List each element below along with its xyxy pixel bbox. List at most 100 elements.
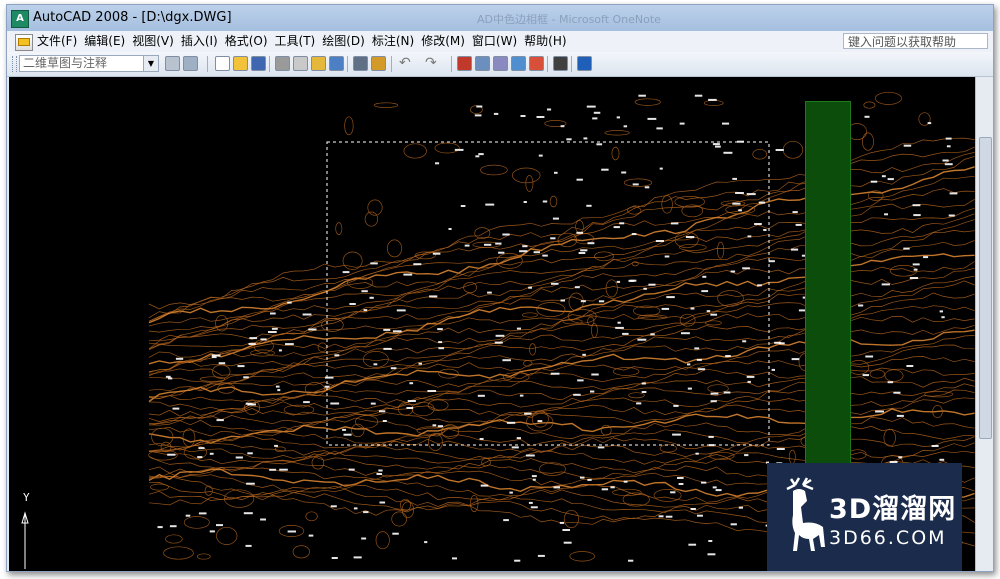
survey-point <box>697 368 706 371</box>
open-file-button[interactable] <box>233 56 248 71</box>
help-button[interactable] <box>577 56 592 71</box>
survey-point <box>516 437 521 440</box>
title-bar[interactable]: A AutoCAD 2008 - [D:\dgx.DWG] AD中色边相框 - … <box>7 5 993 31</box>
contour-loop <box>375 531 390 550</box>
workspace-select[interactable]: 二维草图与注释 ▼ <box>19 55 159 72</box>
contour-loop <box>403 143 427 159</box>
toolbar-grip[interactable] <box>12 56 17 72</box>
survey-point <box>576 231 583 234</box>
contour-loop <box>335 222 343 235</box>
workspace-save-button[interactable] <box>183 56 198 71</box>
chevron-down-icon[interactable]: ▼ <box>143 56 158 71</box>
contour-loop <box>521 312 538 318</box>
survey-point <box>432 252 441 255</box>
menu-item[interactable]: 绘图(D) <box>320 34 370 49</box>
survey-point <box>665 515 673 518</box>
drawing-canvas[interactable]: Y 3D溜溜网 3D66.COM <box>9 77 975 571</box>
survey-point <box>211 354 221 357</box>
survey-point <box>487 291 492 294</box>
contour-loop <box>704 320 722 326</box>
3d-dwf-button[interactable] <box>329 56 344 71</box>
survey-point <box>629 279 637 282</box>
document-icon[interactable] <box>15 34 33 51</box>
survey-point <box>353 507 358 510</box>
survey-point <box>361 537 367 540</box>
survey-point <box>580 249 588 252</box>
menu-item[interactable]: 标注(N) <box>370 34 419 49</box>
survey-point <box>707 553 716 556</box>
properties-button[interactable] <box>457 56 472 71</box>
help-search-input[interactable]: 键入问题以获取帮助 <box>843 33 988 49</box>
survey-point <box>708 98 717 101</box>
survey-point <box>198 512 207 515</box>
matchprop-button[interactable] <box>371 56 386 71</box>
menu-item[interactable]: 窗口(W) <box>470 34 522 49</box>
contour-loop <box>525 175 534 192</box>
survey-point <box>763 229 767 231</box>
survey-point <box>903 144 912 147</box>
workspace-settings-button[interactable] <box>165 56 180 71</box>
survey-point <box>622 332 629 335</box>
survey-point <box>690 307 695 310</box>
sheet-set-button[interactable] <box>511 56 526 71</box>
survey-point <box>278 349 282 352</box>
survey-point <box>247 403 256 406</box>
menu-item[interactable]: 文件(F) <box>35 34 82 49</box>
survey-point <box>790 248 799 251</box>
calculator-button[interactable] <box>553 56 568 71</box>
survey-point <box>277 389 281 392</box>
undo-button[interactable]: ↶ <box>399 55 411 72</box>
survey-point <box>237 365 245 368</box>
contour-loop <box>874 91 902 105</box>
survey-point <box>452 557 457 560</box>
autocad-app-icon[interactable]: A <box>11 10 29 28</box>
design-center-button[interactable] <box>475 56 490 71</box>
survey-point <box>523 201 527 203</box>
save-file-button[interactable] <box>251 56 266 71</box>
new-file-button[interactable] <box>215 56 230 71</box>
survey-point <box>664 255 670 258</box>
survey-point <box>587 242 595 245</box>
contour-loop <box>569 551 595 562</box>
vertical-scrollbar[interactable] <box>975 77 993 571</box>
survey-point <box>687 363 691 366</box>
survey-point <box>636 402 642 405</box>
plot-button[interactable] <box>275 56 290 71</box>
contour-loop <box>434 142 460 154</box>
publish-button[interactable] <box>311 56 326 71</box>
menu-item[interactable]: 插入(I) <box>179 34 223 49</box>
survey-point <box>931 445 939 447</box>
survey-point <box>623 480 628 483</box>
plot-preview-button[interactable] <box>293 56 308 71</box>
survey-point <box>503 519 509 522</box>
menu-item[interactable]: 视图(V) <box>130 34 179 49</box>
survey-point <box>479 438 484 440</box>
survey-point <box>616 280 621 283</box>
tool-palettes-button[interactable] <box>493 56 508 71</box>
scrollbar-thumb[interactable] <box>979 137 992 439</box>
menu-item[interactable]: 帮助(H) <box>522 34 571 49</box>
survey-point <box>435 162 440 165</box>
survey-point <box>216 419 224 422</box>
survey-point <box>670 491 676 494</box>
contour-loop <box>216 526 238 545</box>
survey-point <box>511 446 519 449</box>
toolbar-separator <box>451 56 452 72</box>
menu-item[interactable]: 修改(M) <box>419 34 470 49</box>
menu-item[interactable]: 工具(T) <box>273 34 321 49</box>
menu-item[interactable]: 编辑(E) <box>82 34 130 49</box>
survey-point <box>791 358 800 361</box>
redo-button[interactable]: ↷ <box>425 55 437 72</box>
survey-point <box>552 217 559 220</box>
survey-point <box>369 296 374 299</box>
survey-point <box>167 453 176 456</box>
cut-button[interactable] <box>353 56 368 71</box>
survey-point <box>373 363 378 366</box>
survey-point <box>887 178 894 181</box>
markup-button[interactable] <box>529 56 544 71</box>
survey-point <box>370 262 378 265</box>
survey-point <box>638 94 646 97</box>
survey-point <box>516 327 521 330</box>
menu-item[interactable]: 格式(O) <box>223 34 273 49</box>
survey-point <box>528 501 533 504</box>
